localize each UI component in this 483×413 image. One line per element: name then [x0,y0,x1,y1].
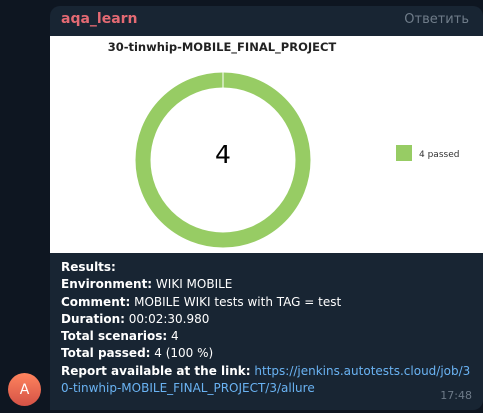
message-bubble: aqa_learn Ответить 30-tinwhip-MOBILE_FIN… [50,6,483,410]
duration-label: Duration: [61,311,125,326]
sender-avatar[interactable]: A [8,373,41,406]
report-label: Report available at the link: [61,363,251,378]
duration-value: 00:02:30.980 [124,311,210,326]
avatar-letter: A [19,381,30,398]
legend-label-passed: 4 passed [419,150,459,160]
chart-center-label: 4 [215,140,231,169]
comment-value: MOBILE WIKI tests with TAG = test [130,294,342,309]
results-heading: Results: [61,260,116,274]
environment-value: WIKI MOBILE [152,277,233,292]
chart-image[interactable]: 30-tinwhip-MOBILE_FINAL_PROJECT 4 4 pass… [50,36,483,253]
sender-name[interactable]: aqa_learn [61,11,138,27]
reply-button[interactable]: Ответить [404,12,469,27]
chart-title: 30-tinwhip-MOBILE_FINAL_PROJECT [108,40,337,55]
legend-swatch-passed [396,145,412,161]
results-text: Results: Environment: WIKI MOBILE Commen… [61,259,476,397]
total-scenarios-label: Total scenarios: [61,329,168,344]
message-time: 17:48 [440,389,472,402]
message-header: aqa_learn Ответить [50,6,483,36]
total-scenarios-value: 4 [167,329,179,344]
donut-chart: 30-tinwhip-MOBILE_FINAL_PROJECT 4 4 pass… [108,40,459,248]
comment-label: Comment: [61,294,131,309]
environment-label: Environment: [61,277,153,292]
total-passed-value: 4 (100 %) [150,346,214,361]
total-passed-label: Total passed: [61,346,151,361]
